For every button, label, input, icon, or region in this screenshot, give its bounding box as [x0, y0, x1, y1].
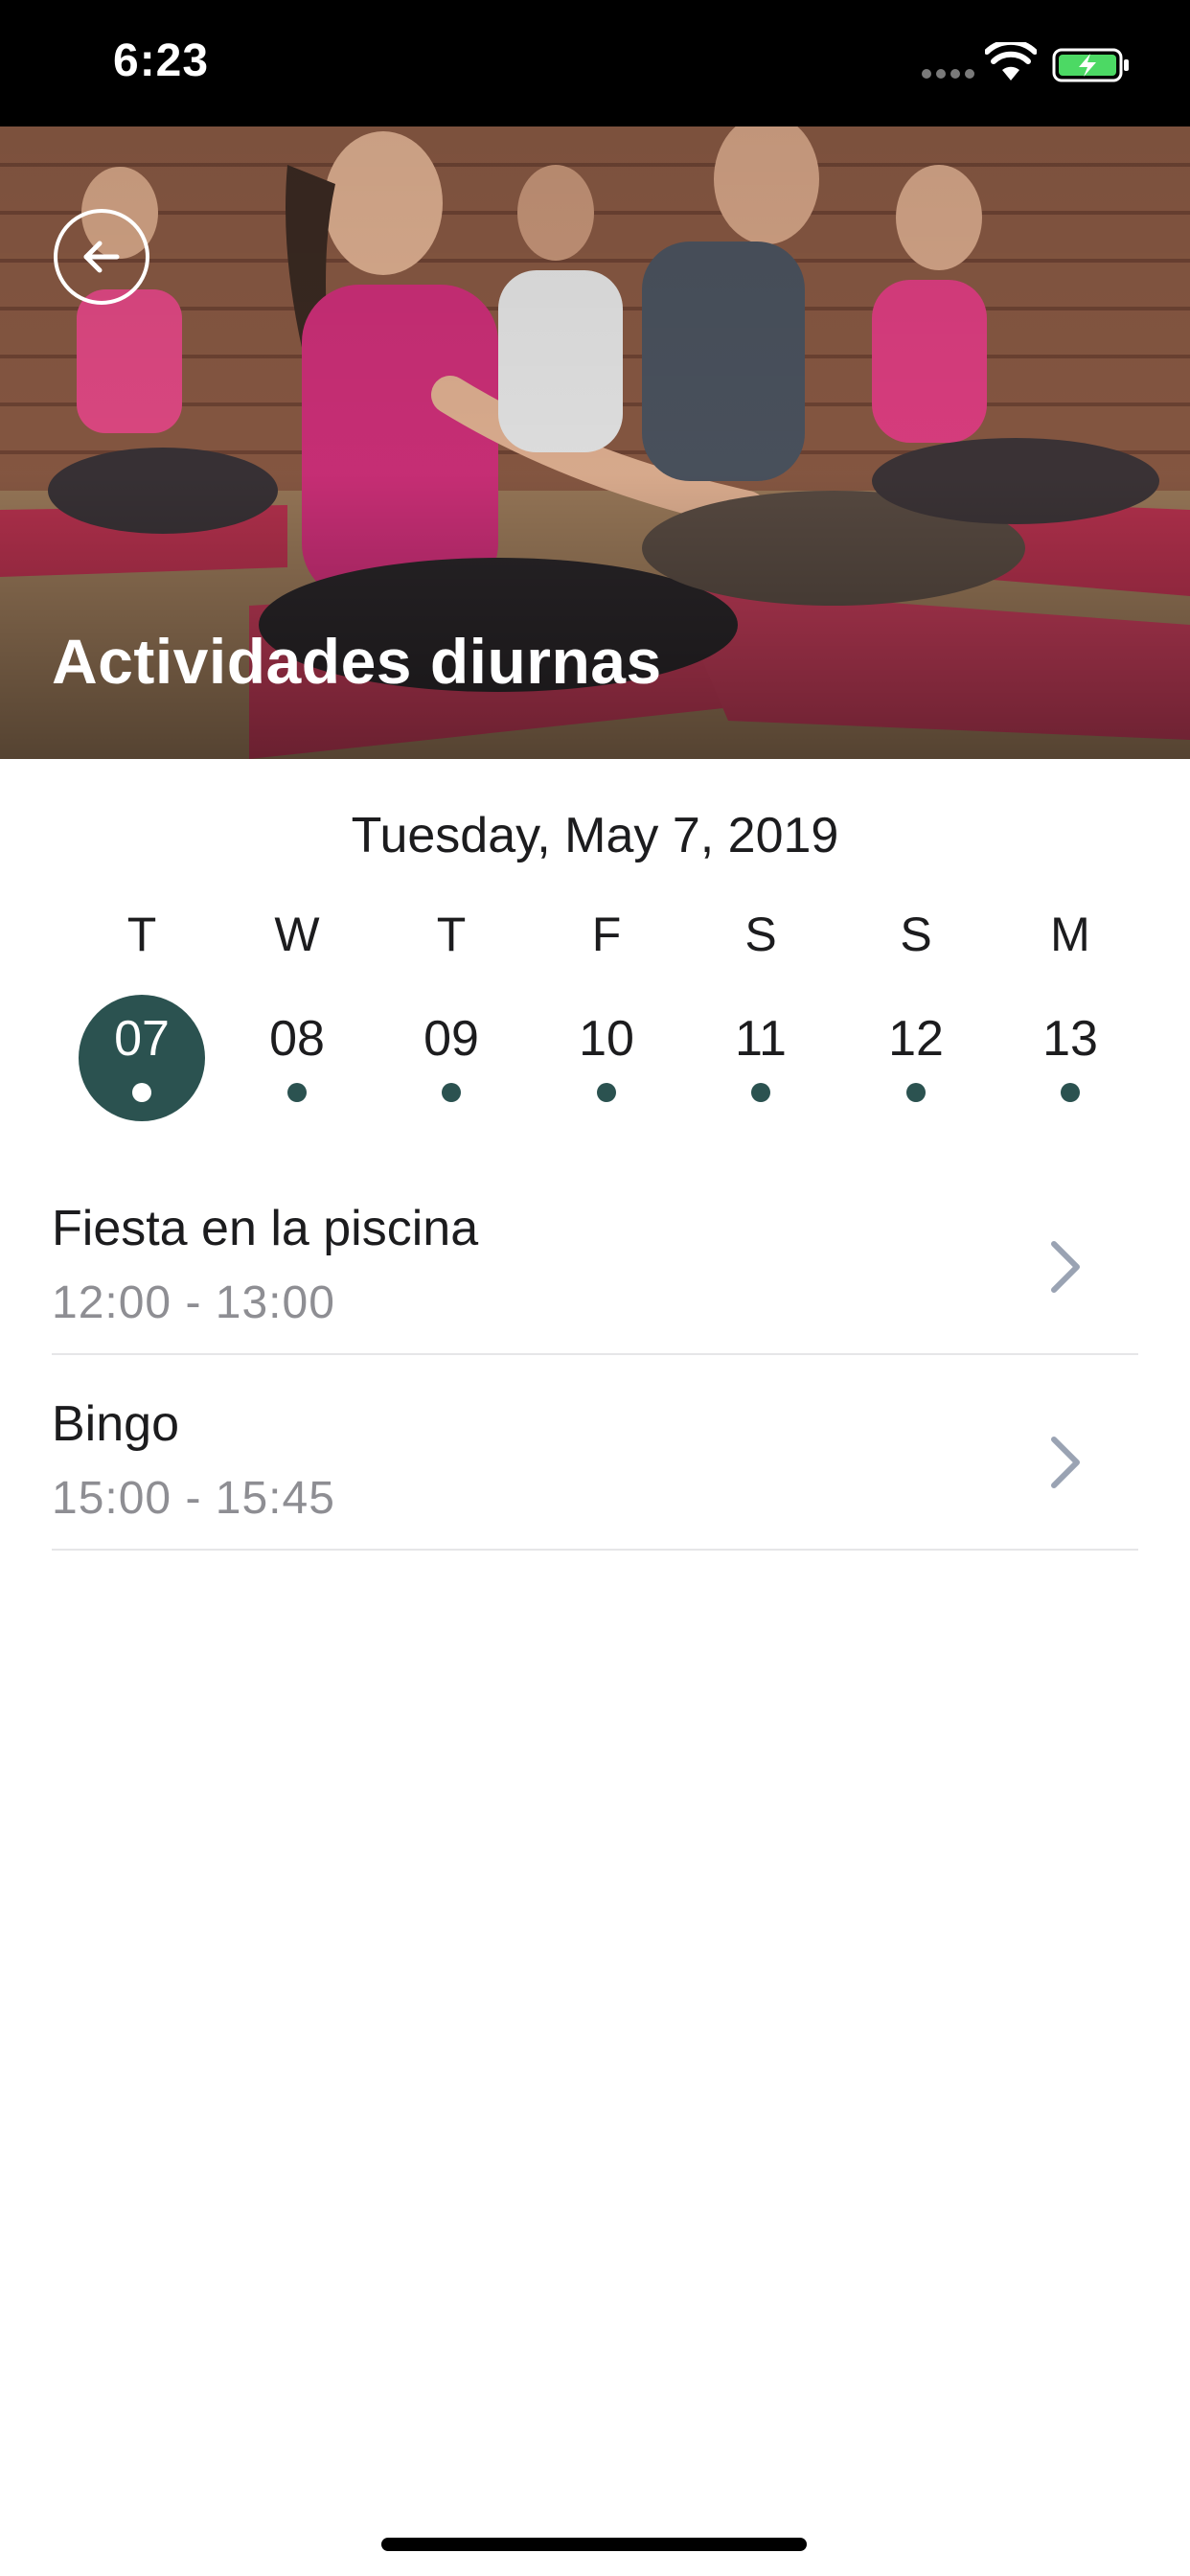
chevron-right-icon [1051, 1241, 1080, 1293]
day-number: 13 [1042, 1011, 1098, 1067]
activity-name: Fiesta en la piscina [52, 1201, 479, 1256]
day-number: 12 [888, 1011, 944, 1067]
day-number: 08 [269, 1011, 325, 1067]
battery-charging-icon [1052, 48, 1129, 82]
event-dot [287, 1083, 307, 1102]
week-strip: T 07 W 08 T 09 F 10 S 11 S 12 M 13 [0, 901, 1190, 1131]
home-indicator[interactable] [381, 2538, 807, 2551]
day-11[interactable]: S 11 [694, 901, 828, 1131]
page-title: Actividades diurnas [52, 626, 662, 697]
day-number: 07 [114, 1011, 170, 1067]
hero-banner: Actividades diurnas [0, 126, 1190, 759]
day-letter: T [126, 908, 157, 961]
day-letter: F [591, 908, 622, 961]
status-time: 6:23 [113, 35, 210, 86]
status-bar: 6:23 [0, 0, 1190, 126]
day-number: 09 [423, 1011, 479, 1067]
day-10[interactable]: F 10 [539, 901, 674, 1131]
day-letter: M [1050, 908, 1090, 961]
wifi-icon [985, 42, 1037, 80]
event-dot [597, 1083, 616, 1102]
list-item[interactable]: Bingo 15:00 - 15:45 [52, 1355, 1138, 1551]
day-letter: T [436, 908, 467, 961]
day-letter: W [274, 908, 320, 961]
activity-name: Bingo [52, 1396, 179, 1452]
day-13[interactable]: M 13 [1003, 901, 1137, 1131]
activity-list: Fiesta en la piscina 12:00 - 13:00 Bingo… [52, 1160, 1138, 1551]
day-letter: S [744, 908, 777, 961]
day-letter: S [900, 908, 932, 961]
selected-date-label: Tuesday, May 7, 2019 [351, 808, 839, 863]
signal-icon [922, 69, 975, 79]
list-item[interactable]: Fiesta en la piscina 12:00 - 13:00 [52, 1160, 1138, 1355]
day-number: 10 [579, 1011, 634, 1067]
event-dot [751, 1083, 770, 1102]
day-09[interactable]: T 09 [384, 901, 518, 1131]
chevron-right-icon [1051, 1437, 1080, 1488]
event-dot [1061, 1083, 1080, 1102]
event-dot [906, 1083, 926, 1102]
day-number: 11 [735, 1011, 787, 1067]
event-dot [442, 1083, 461, 1102]
day-12[interactable]: S 12 [849, 901, 983, 1131]
activity-time: 15:00 - 15:45 [52, 1473, 335, 1524]
activity-time: 12:00 - 13:00 [52, 1277, 335, 1328]
event-dot [132, 1083, 151, 1102]
day-07[interactable]: T 07 [75, 901, 209, 1131]
back-button[interactable] [54, 209, 149, 305]
arrow-left-icon [83, 241, 120, 273]
day-08[interactable]: W 08 [230, 901, 364, 1131]
